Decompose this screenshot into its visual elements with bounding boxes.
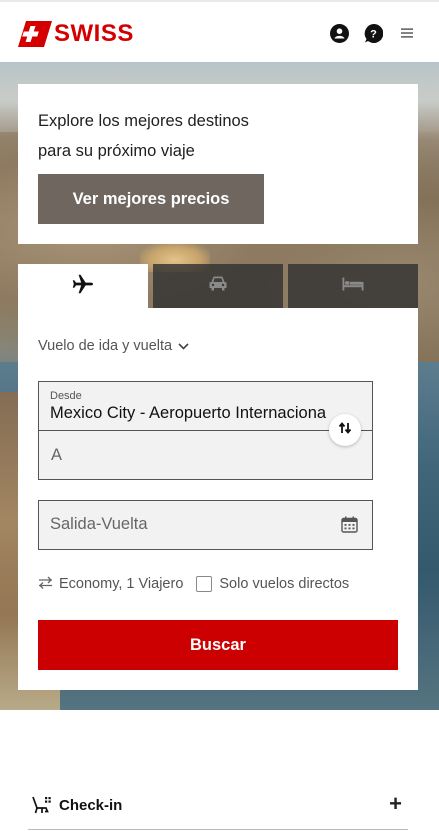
tab-cars[interactable] xyxy=(153,264,283,308)
direct-flights-option[interactable]: Solo vuelos directos xyxy=(196,576,349,592)
tab-flights[interactable] xyxy=(18,264,148,308)
help-icon[interactable]: ? xyxy=(363,23,383,43)
expand-plus-icon: + xyxy=(389,791,402,816)
svg-text:?: ? xyxy=(370,28,377,40)
sliders-icon xyxy=(38,576,53,593)
origin-field[interactable]: Desde Mexico City - Aeropuerto Internaci… xyxy=(39,382,372,431)
swap-route-button[interactable] xyxy=(329,414,361,446)
trip-type-label: Vuelo de ida y vuelta xyxy=(38,338,173,354)
swiss-logo[interactable]: SWISS xyxy=(18,20,134,48)
origin-label: Desde xyxy=(50,390,82,402)
route-fields: Desde Mexico City - Aeropuerto Internaci… xyxy=(38,381,373,480)
calendar-icon xyxy=(341,516,358,538)
promo-headline-line1: Explore los mejores destinos xyxy=(38,112,249,130)
site-header: SWISS ? xyxy=(0,0,439,62)
checkin-accordion[interactable]: Check-in + xyxy=(28,782,408,830)
bed-icon xyxy=(342,277,364,296)
swiss-flag-icon xyxy=(18,21,52,47)
logo-wordmark: SWISS xyxy=(54,20,134,47)
best-prices-button[interactable]: Ver mejores precios xyxy=(38,174,264,224)
booking-tabs xyxy=(18,264,418,308)
origin-value: Mexico City - Aeropuerto Internaciona xyxy=(50,404,327,422)
tab-hotels[interactable] xyxy=(288,264,418,308)
airplane-icon xyxy=(72,274,94,299)
flight-search-panel: Vuelo de ida y vuelta Desde Mexico City … xyxy=(18,308,418,690)
promo-headline-line2: para su próximo viaje xyxy=(38,142,195,160)
search-options: Economy, 1 Viajero Solo vuelos directos xyxy=(38,574,378,594)
dates-field[interactable]: Salida-Vuelta xyxy=(38,500,373,550)
promo-card: Explore los mejores destinos para su pró… xyxy=(18,84,418,244)
account-icon[interactable] xyxy=(329,23,349,43)
checkin-label: Check-in xyxy=(59,797,123,814)
direct-flights-checkbox[interactable] xyxy=(196,576,213,592)
swap-icon xyxy=(338,421,352,439)
destination-field[interactable]: A xyxy=(39,432,372,480)
menu-icon[interactable] xyxy=(397,23,417,43)
dates-placeholder: Salida-Vuelta xyxy=(50,515,148,533)
trip-type-dropdown[interactable]: Vuelo de ida y vuelta xyxy=(38,338,189,354)
seat-icon xyxy=(30,795,52,817)
passengers-selector[interactable]: Economy, 1 Viajero xyxy=(38,576,183,593)
destination-placeholder: A xyxy=(51,446,63,464)
chevron-down-icon xyxy=(178,338,189,354)
direct-flights-label: Solo vuelos directos xyxy=(219,576,350,592)
car-icon xyxy=(208,276,228,297)
passengers-label: Economy, 1 Viajero xyxy=(59,576,184,592)
search-button[interactable]: Buscar xyxy=(38,620,398,670)
